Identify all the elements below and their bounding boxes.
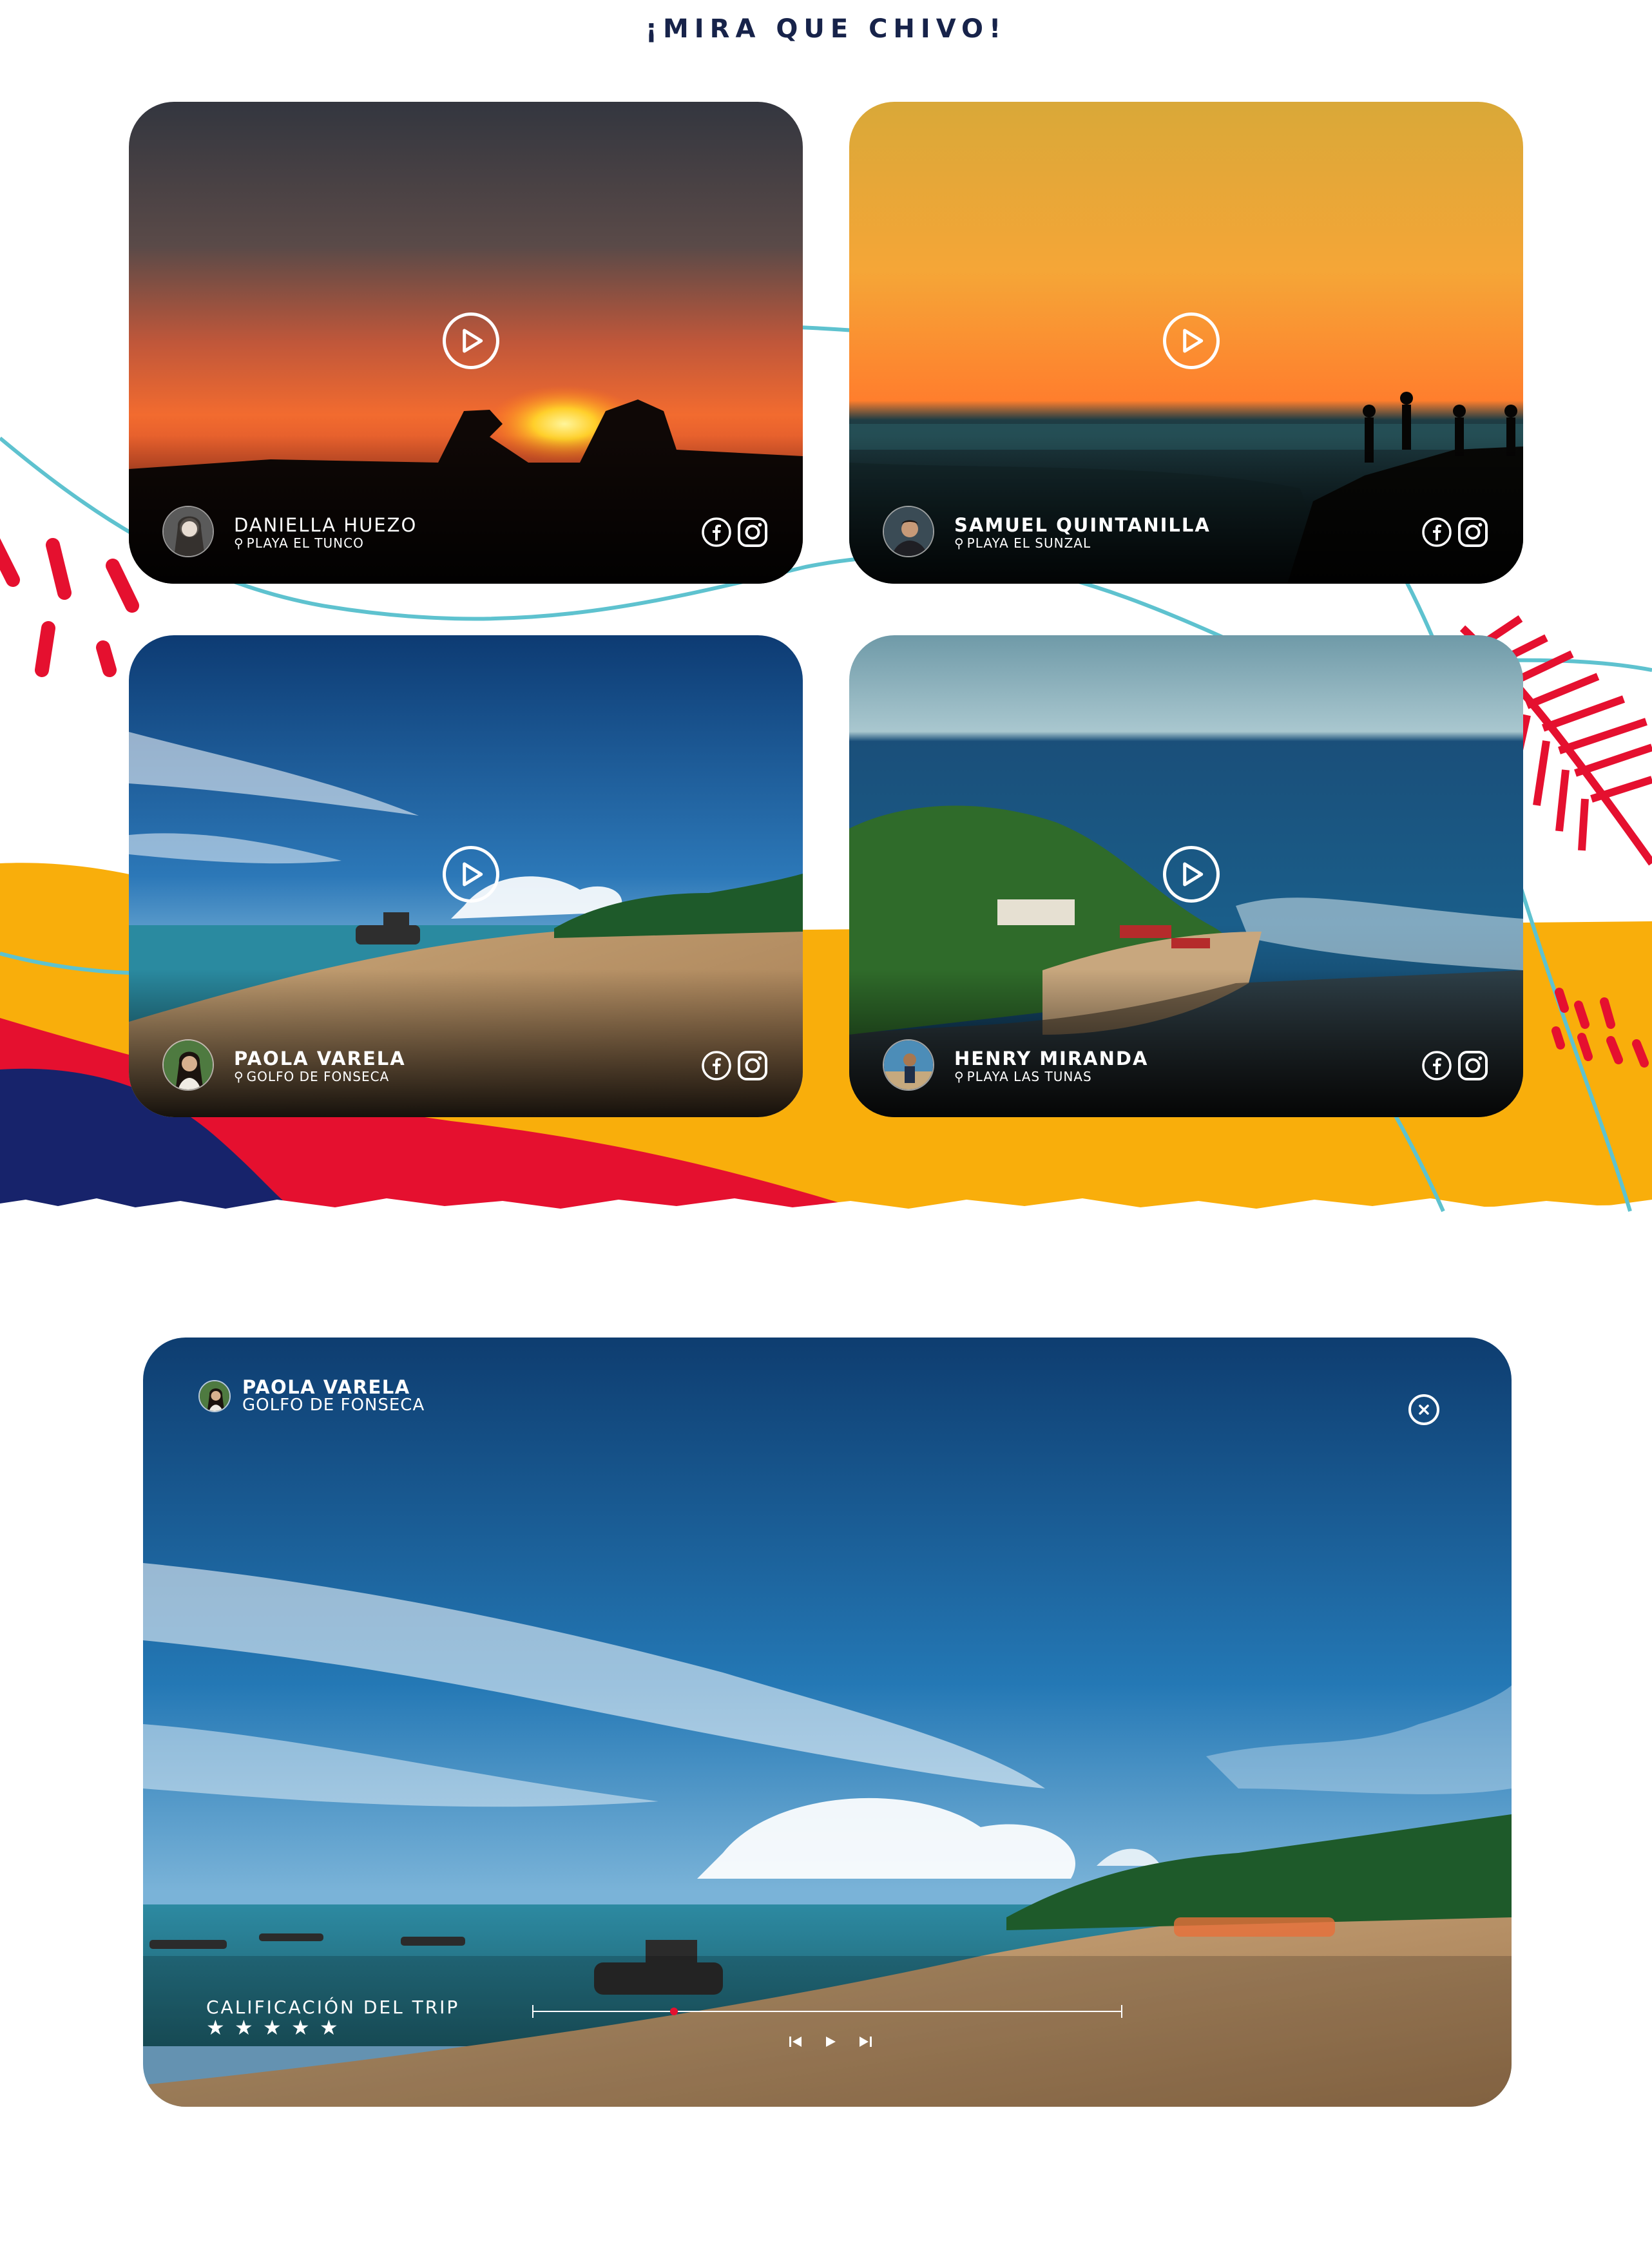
play-circle-icon	[1183, 329, 1204, 353]
facebook-icon[interactable]	[1421, 516, 1453, 548]
rating-star[interactable]: ★	[320, 2017, 339, 2038]
facebook-icon[interactable]	[700, 1050, 733, 1082]
avatar	[162, 506, 214, 557]
play-circle-icon	[463, 862, 483, 887]
play-button[interactable]	[443, 312, 499, 369]
progress-end-cap	[1121, 2005, 1122, 2018]
instagram-icon[interactable]	[736, 516, 769, 548]
facebook-icon[interactable]	[700, 516, 733, 548]
video-card-samuel[interactable]: SAMUEL QUINTANILLA ⚲ PLAYA EL SUNZAL	[849, 102, 1523, 584]
avatar	[883, 1039, 934, 1091]
skip-next-icon[interactable]	[857, 2033, 874, 2050]
progress-knob[interactable]	[669, 2008, 678, 2015]
red-dashes-left	[0, 538, 139, 677]
creator-name: SAMUEL QUINTANILLA	[954, 514, 1211, 536]
close-button[interactable]	[1408, 1394, 1439, 1425]
location-text: PLAYA LAS TUNAS	[966, 1069, 1092, 1084]
trip-rating[interactable]: ★ ★ ★ ★ ★	[206, 2017, 339, 2038]
creator-name: HENRY MIRANDA	[954, 1048, 1149, 1069]
play-circle-icon	[463, 329, 483, 353]
rating-star[interactable]: ★	[291, 2017, 311, 2038]
skip-previous-icon[interactable]	[787, 2033, 804, 2050]
location-text: PLAYA EL SUNZAL	[966, 535, 1091, 551]
rating-star[interactable]: ★	[206, 2017, 226, 2038]
avatar	[198, 1380, 231, 1412]
creator-location: GOLFO DE FONSECA	[242, 1395, 425, 1415]
progress-start-cap	[532, 2005, 533, 2018]
location-pin-icon: ⚲	[234, 1069, 244, 1084]
video-progress-bar[interactable]	[532, 2004, 1122, 2019]
creator-location: ⚲ GOLFO DE FONSECA	[234, 1069, 389, 1084]
creator-location: ⚲ PLAYA EL TUNCO	[234, 535, 364, 551]
video-card-paola[interactable]: PAOLA VARELA ⚲ GOLFO DE FONSECA	[129, 635, 803, 1117]
video-card-daniella[interactable]: DANIELLA HUEZO ⚲ PLAYA EL TUNCO	[129, 102, 803, 584]
location-pin-icon: ⚲	[954, 1069, 965, 1084]
play-button[interactable]	[443, 846, 499, 903]
rating-star[interactable]: ★	[235, 2017, 254, 2038]
location-text: PLAYA EL TUNCO	[246, 535, 364, 551]
video-player-modal: PAOLA VARELA GOLFO DE FONSECA CALIFICACI…	[143, 1338, 1512, 2107]
creator-name: PAOLA VARELA	[242, 1376, 410, 1398]
avatar	[162, 1039, 214, 1091]
instagram-icon[interactable]	[1457, 516, 1489, 548]
creator-location: ⚲ PLAYA LAS TUNAS	[954, 1069, 1092, 1084]
creator-name: PAOLA VARELA	[234, 1048, 406, 1069]
play-button[interactable]	[1163, 312, 1220, 369]
play-circle-icon	[1183, 862, 1204, 887]
location-pin-icon: ⚲	[234, 535, 244, 551]
facebook-icon[interactable]	[1421, 1050, 1453, 1082]
creator-location: ⚲ PLAYA EL SUNZAL	[954, 535, 1091, 551]
avatar	[883, 506, 934, 557]
close-icon	[1419, 1405, 1429, 1415]
section-title: ¡MIRA QUE CHIVO!	[645, 14, 1007, 44]
video-card-henry[interactable]: HENRY MIRANDA ⚲ PLAYA LAS TUNAS	[849, 635, 1523, 1117]
video-frame	[143, 1338, 1512, 2107]
instagram-icon[interactable]	[1457, 1050, 1489, 1082]
playback-controls	[787, 2033, 874, 2050]
play-icon[interactable]	[822, 2033, 839, 2050]
progress-track	[532, 2011, 1122, 2012]
location-text: GOLFO DE FONSECA	[246, 1069, 390, 1084]
rating-star[interactable]: ★	[263, 2017, 282, 2038]
creator-name: DANIELLA HUEZO	[234, 514, 418, 536]
instagram-icon[interactable]	[736, 1050, 769, 1082]
play-button[interactable]	[1163, 846, 1220, 903]
location-pin-icon: ⚲	[954, 535, 965, 551]
